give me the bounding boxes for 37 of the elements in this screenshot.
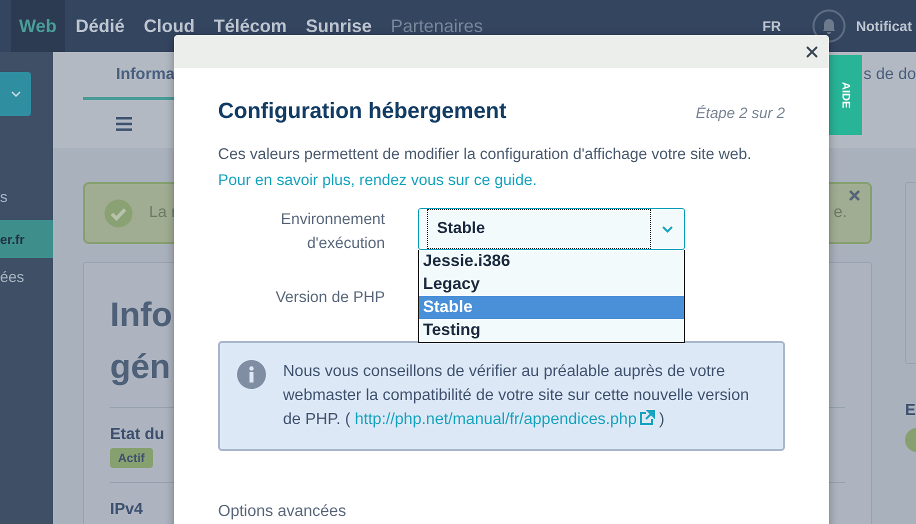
sidebar-item[interactable]: er.fr [0,220,53,258]
nav-item[interactable]: Dédié [68,0,133,52]
nav-item[interactable]: Cloud [136,0,203,52]
language-selector[interactable]: FR [762,18,781,34]
field-label: Version de PHP [274,288,385,308]
dropdown-option[interactable]: Testing [419,319,684,342]
select-field[interactable]: Stable [418,208,685,250]
dropdown-option[interactable]: Jessie.i386 [419,250,684,273]
external-link-icon [638,410,655,426]
field-label: Environnement d'exécution [280,210,385,254]
status-badge: Actif [110,448,153,468]
tab[interactable]: s de do [864,52,916,100]
dropdown-option[interactable]: Stable [419,296,684,319]
status-label: Etat du [110,426,164,444]
dropdown-option[interactable]: Legacy [419,273,684,296]
sidebar-item[interactable]: s [0,178,53,216]
help-tab[interactable]: AIDE [829,55,862,135]
nav-item[interactable]: Web [11,0,65,52]
php-link[interactable]: http://php.net/manual/fr/appendices.php [354,411,655,428]
close-icon[interactable] [806,46,818,58]
modal-title: Configuration hébergement [218,98,506,124]
card-title: gén [110,347,170,388]
side-label: E [905,402,916,420]
sidebar-item[interactable]: ées [0,258,53,296]
card-title: Info [110,295,172,336]
bell-icon[interactable] [812,9,846,43]
guide-link[interactable]: Pour en savoir plus, rendez vous sur ce guide. [218,172,537,189]
info-text: Nous vous conseillons de vérifier au préalable auprès de votre webmaster la compatibilité de votre site sur cette nouvelle version de PHP. ( http://php.net/manual/fr/appendices.php ) [283,362,750,430]
intro-text: Ces valeurs permettent de modifier la configuration d'affichage votre site web. Pour en savoir plus, rendez vous sur ce guide. [218,145,752,191]
ipv4-label: IPv4 [110,501,143,519]
chevron-down-icon [10,91,20,97]
menu-icon[interactable] [116,117,132,131]
advanced-options-label: Options avancées [218,503,346,521]
step-indicator: Étape 2 sur 2 [696,105,785,122]
info-icon [237,360,266,389]
notifications-label[interactable]: Notificat [856,18,916,34]
check-circle-icon [104,198,133,228]
